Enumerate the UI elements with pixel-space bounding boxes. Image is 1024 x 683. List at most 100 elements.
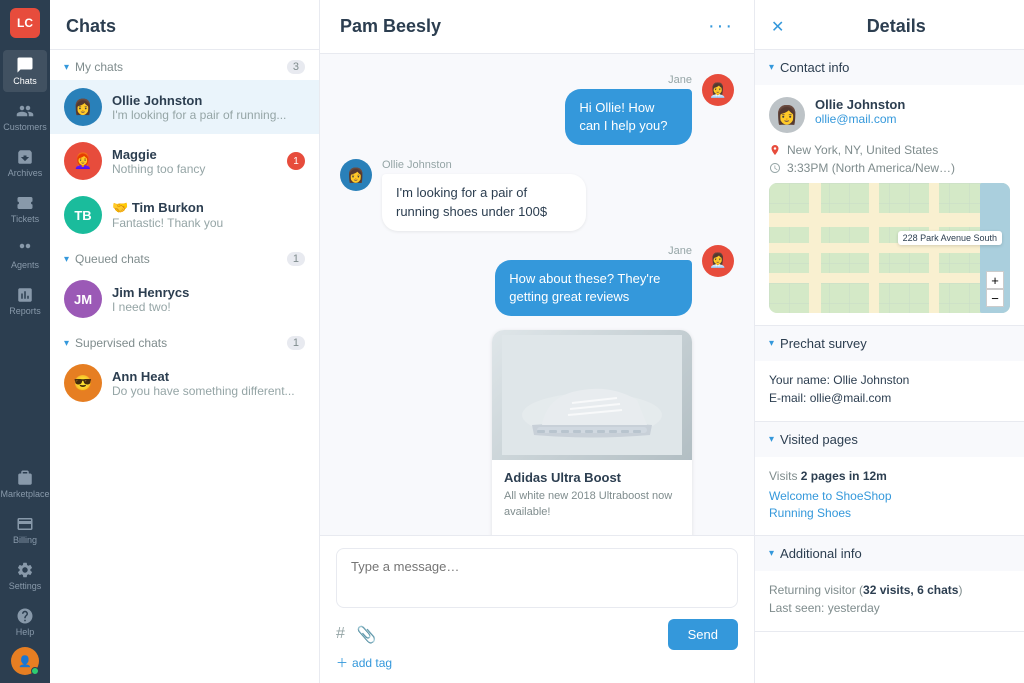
queued-chats-section-header[interactable]: ▾ Queued chats 1 <box>50 242 319 272</box>
sidebar-item-help[interactable]: Help <box>3 601 47 643</box>
contact-info-header[interactable]: ▾ Contact info <box>755 50 1024 85</box>
sidebar-item-settings[interactable]: Settings <box>3 555 47 597</box>
help-icon <box>16 607 34 625</box>
last-seen-label: Last seen: <box>769 601 824 615</box>
product-desc: All white new 2018 Ultraboost now availa… <box>504 489 680 520</box>
survey-name-value: Ollie Johnston <box>833 373 909 387</box>
sidebar-item-reports[interactable]: Reports <box>3 280 47 322</box>
visits-summary: 2 pages in 12m <box>801 469 887 483</box>
chats-list: ▾ My chats 3 👩 Ollie Johnston I'm lookin… <box>50 50 319 683</box>
my-chats-section-header[interactable]: ▾ My chats 3 <box>50 50 319 80</box>
chat-name-ollie: Ollie Johnston <box>112 93 305 108</box>
contact-email[interactable]: ollie@mail.com <box>815 112 905 126</box>
additional-info-section: ▾ Additional info Returning visitor (32 … <box>755 536 1024 632</box>
chat-item-jim[interactable]: JM Jim Henrycs I need two! <box>50 272 319 326</box>
visited-pages-body: Visits 2 pages in 12m Welcome to ShoeSho… <box>755 457 1024 535</box>
message-input[interactable] <box>336 548 738 608</box>
archives-icon <box>16 148 34 166</box>
sidebar-item-chats[interactable]: Chats <box>3 50 47 92</box>
attachment-icon[interactable]: 📎 <box>357 625 377 645</box>
billing-icon <box>16 515 34 533</box>
message-1: 👩‍💼 Jane Hi Ollie! How can I help you? <box>340 74 734 145</box>
plus-icon: ＋ <box>336 654 348 671</box>
chat-item-tim[interactable]: TB 🤝 Tim Burkon Fantastic! Thank you <box>50 188 319 242</box>
msg-col-2: Ollie Johnston I'm looking for a pair of… <box>382 159 696 230</box>
prechat-section: ▾ Prechat survey Your name: Ollie Johnst… <box>755 326 1024 422</box>
sidebar-item-archives[interactable]: Archives <box>3 142 47 184</box>
returning-visitor-label: Returning visitor <box>769 583 856 597</box>
chat-avatar-jim: JM <box>64 280 102 318</box>
sidebar-item-tickets[interactable]: Tickets <box>3 188 47 230</box>
contact-info-label: Contact info <box>780 60 849 75</box>
online-indicator <box>31 667 39 675</box>
visited-link-1[interactable]: Welcome to ShoeShop <box>769 489 1010 503</box>
map-road-3 <box>769 273 1010 283</box>
msg-col-3: Jane How about these? They're getting gr… <box>389 245 692 316</box>
last-seen-row: Last seen: yesterday <box>769 601 1010 615</box>
map-zoom-controls: + − <box>986 271 1004 307</box>
sidebar-item-agents-label: Agents <box>11 260 39 270</box>
contact-time: 3:33PM (North America/New…) <box>769 161 1010 175</box>
chats-icon <box>16 56 34 74</box>
msg-sender-jane-1: Jane <box>668 74 692 86</box>
sidebar-item-marketplace[interactable]: Marketplace <box>3 463 47 505</box>
survey-name-row: Your name: Ollie Johnston <box>769 373 1010 387</box>
msg-col-1: Jane Hi Ollie! How can I help you? <box>497 74 692 145</box>
sidebar-item-agents[interactable]: Agents <box>3 234 47 276</box>
map-road-1 <box>769 213 1010 227</box>
sidebar-item-settings-label: Settings <box>9 581 42 591</box>
send-button[interactable]: Send <box>668 619 738 650</box>
visits-label: Visits <box>769 469 797 483</box>
map-address-label: 228 Park Avenue South <box>898 231 1002 245</box>
supervised-chats-label: Supervised chats <box>75 336 167 350</box>
add-tag-label: add tag <box>352 656 392 670</box>
returning-visitor-row: Returning visitor (32 visits, 6 chats) <box>769 583 1010 597</box>
product-title: Adidas Ultra Boost <box>504 470 680 485</box>
messages-area: 👩‍💼 Jane Hi Ollie! How can I help you? 👩… <box>320 54 754 535</box>
visits-info: Visits 2 pages in 12m <box>769 469 1010 483</box>
zoom-out-button[interactable]: − <box>986 289 1004 307</box>
agents-icon <box>16 240 34 258</box>
chat-avatar-ollie: 👩 <box>64 88 102 126</box>
contact-details-text: Ollie Johnston ollie@mail.com <box>815 97 905 126</box>
customers-icon <box>16 102 34 120</box>
supervised-chats-section-header[interactable]: ▾ Supervised chats 1 <box>50 326 319 356</box>
chat-info-ollie: Ollie Johnston I'm looking for a pair of… <box>112 93 305 122</box>
my-chats-label: My chats <box>75 60 123 74</box>
sidebar-item-customers-label: Customers <box>3 122 47 132</box>
visited-link-2[interactable]: Running Shoes <box>769 506 1010 520</box>
queued-chats-count: 1 <box>287 252 305 266</box>
map-road-v1 <box>809 183 821 313</box>
user-avatar-container[interactable]: 👤 <box>11 647 39 675</box>
contact-time-text: 3:33PM (North America/New…) <box>787 161 955 175</box>
hashtag-icon[interactable]: # <box>336 625 345 645</box>
map-road-v3 <box>929 183 939 313</box>
visited-pages-label: Visited pages <box>780 432 858 447</box>
queued-chats-chevron: ▾ <box>64 254 69 265</box>
additional-info-header[interactable]: ▾ Additional info <box>755 536 1024 571</box>
msg-sender-jane-3: Jane <box>668 245 692 257</box>
additional-info-body: Returning visitor (32 visits, 6 chats) L… <box>755 571 1024 631</box>
add-tag-button[interactable]: ＋ add tag <box>336 654 738 671</box>
sidebar-item-billing[interactable]: Billing <box>3 509 47 551</box>
visited-pages-header[interactable]: ▾ Visited pages <box>755 422 1024 457</box>
message-2: 👩 Ollie Johnston I'm looking for a pair … <box>340 159 734 230</box>
chat-preview-ann: Do you have something different... <box>112 384 305 398</box>
chat-item-ollie[interactable]: 👩 Ollie Johnston I'm looking for a pair … <box>50 80 319 134</box>
msg-bubble-1: Hi Ollie! How can I help you? <box>565 89 692 145</box>
marketplace-icon <box>16 469 34 487</box>
last-seen-value: yesterday <box>828 601 880 615</box>
chat-item-ann[interactable]: 😎 Ann Heat Do you have something differe… <box>50 356 319 410</box>
msg-avatar-jane-3: 👩‍💼 <box>702 245 734 277</box>
chat-name-jim: Jim Henrycs <box>112 285 305 300</box>
sidebar-item-chats-label: Chats <box>13 76 37 86</box>
chat-item-maggie[interactable]: 👩‍🦰 Maggie Nothing too fancy 1 <box>50 134 319 188</box>
chat-preview-tim: Fantastic! Thank you <box>112 216 305 230</box>
chat-options-button[interactable]: ··· <box>708 15 734 38</box>
zoom-in-button[interactable]: + <box>986 271 1004 289</box>
sidebar-item-customers[interactable]: Customers <box>3 96 47 138</box>
close-details-button[interactable]: ✕ <box>771 17 784 37</box>
prechat-header[interactable]: ▾ Prechat survey <box>755 326 1024 361</box>
main-chat: Pam Beesly ··· 👩‍💼 Jane Hi Ollie! How ca… <box>320 0 754 683</box>
contact-info-row: 👩 Ollie Johnston ollie@mail.com <box>769 97 1010 133</box>
